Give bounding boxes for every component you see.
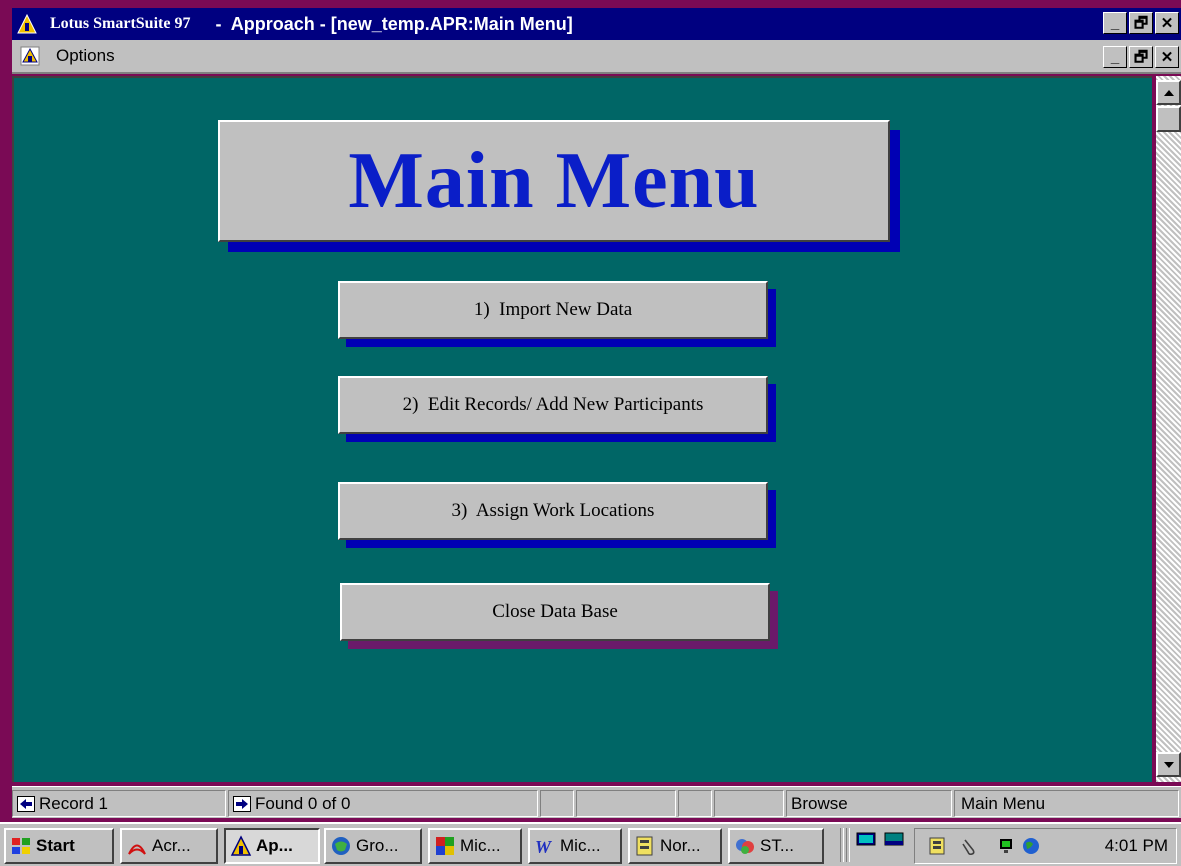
task-norton[interactable]: Nor... [628, 828, 722, 864]
arrow-up-icon [1163, 89, 1174, 96]
task-st[interactable]: ST... [728, 828, 824, 864]
doc-maximize-button[interactable]: 🗗 [1129, 46, 1153, 68]
taskbar: Start Acr... Ap... Gro... Mic... W Mic..… [0, 822, 1181, 866]
next-record-icon[interactable] [233, 795, 251, 812]
acrobat-icon [128, 844, 146, 855]
page-title: Main Menu [348, 136, 760, 225]
start-button[interactable]: Start [4, 828, 114, 864]
globe-icon[interactable] [1021, 836, 1041, 856]
status-cell [576, 790, 676, 817]
status-cell [678, 790, 712, 817]
mode-label: Browse [791, 793, 848, 813]
close-icon: ✕ [1160, 14, 1174, 32]
task-groupwise[interactable]: Gro... [324, 828, 422, 864]
button-label: 1) Import New Data [473, 299, 633, 320]
start-label: Start [36, 836, 75, 855]
window-title: - Approach - [new_temp.APR:Main Menu] [210, 13, 573, 34]
maximize-button[interactable]: 🗗 [1129, 12, 1153, 34]
doc-minimize-button[interactable]: _ [1103, 46, 1127, 68]
button-label: 3) Assign Work Locations [451, 500, 655, 521]
scroll-up-button[interactable] [1156, 80, 1181, 105]
paperclip-icon[interactable] [959, 836, 979, 856]
close-icon: ✕ [1160, 48, 1174, 66]
approach-app-icon[interactable] [16, 13, 38, 35]
edit-records-button[interactable]: 2) Edit Records/ Add New Participants [338, 376, 768, 434]
task-label: Gro... [356, 836, 399, 855]
found-indicator[interactable]: Found 0 of 0 [228, 790, 538, 817]
status-bar: Record 1 Found 0 of 0 Browse Main Menu [12, 786, 1181, 818]
system-tray: 4:01 PM [914, 828, 1177, 864]
taskbar-separator [840, 828, 844, 862]
document-icon[interactable] [20, 46, 40, 66]
restore-icon: 🗗 [1133, 14, 1149, 32]
svg-text:W: W [535, 837, 553, 857]
arrow-down-icon [1163, 761, 1174, 768]
restore-icon: 🗗 [1133, 48, 1149, 66]
approach-icon [230, 835, 252, 856]
record-navigator[interactable]: Record 1 [12, 790, 226, 817]
task-label: Mic... [560, 836, 601, 855]
task-word[interactable]: W Mic... [528, 828, 622, 864]
network-icon[interactable] [999, 836, 1019, 856]
task-label: Ap... [256, 836, 293, 855]
scroll-down-button[interactable] [1156, 752, 1181, 777]
windows-logo-icon [12, 838, 30, 854]
task-label: ST... [760, 836, 795, 855]
menu-bar: Options _ 🗗 ✕ [12, 40, 1181, 74]
status-cell [714, 790, 784, 817]
desktop-icon[interactable] [884, 832, 904, 846]
button-label: 2) Edit Records/ Add New Participants [402, 394, 704, 415]
task-acrobat[interactable]: Acr... [120, 828, 218, 864]
clock[interactable]: 4:01 PM [1105, 836, 1168, 856]
taskbar-separator [846, 828, 850, 862]
previous-record-icon[interactable] [17, 795, 35, 812]
scroll-thumb[interactable] [1156, 106, 1181, 132]
view-label: Main Menu [961, 793, 1046, 813]
close-database-button[interactable]: Close Data Base [340, 583, 770, 641]
button-label: Close Data Base [492, 601, 618, 622]
monitor-icon[interactable] [856, 832, 876, 846]
norton-icon [636, 836, 653, 856]
menu-options[interactable]: Options [56, 46, 115, 66]
word-icon: W [535, 837, 553, 857]
minimize-icon: _ [1110, 48, 1120, 66]
task-label: Nor... [660, 836, 701, 855]
found-count: Found 0 of 0 [255, 793, 351, 813]
task-access[interactable]: Mic... [428, 828, 522, 864]
close-button[interactable]: ✕ [1155, 12, 1179, 34]
title-panel: Main Menu [218, 120, 890, 242]
vertical-scrollbar[interactable] [1156, 76, 1181, 782]
status-cell [540, 790, 574, 817]
import-new-data-button[interactable]: 1) Import New Data [338, 281, 768, 339]
record-number: Record 1 [39, 793, 108, 813]
task-label: Acr... [152, 836, 191, 855]
title-bar[interactable]: Lotus SmartSuite 97 - Approach - [new_te… [12, 8, 1181, 40]
minimize-button[interactable]: _ [1103, 12, 1127, 34]
view-selector[interactable]: Main Menu [954, 790, 1179, 817]
window-title-product: Lotus SmartSuite 97 [50, 15, 191, 32]
doc-close-button[interactable]: ✕ [1155, 46, 1179, 68]
st-icon [736, 839, 754, 854]
battery-icon[interactable] [927, 836, 947, 856]
access-icon [436, 837, 454, 855]
minimize-icon: _ [1110, 14, 1120, 32]
assign-work-locations-button[interactable]: 3) Assign Work Locations [338, 482, 768, 540]
groupwise-icon [332, 837, 350, 855]
task-approach[interactable]: Ap... [224, 828, 320, 864]
task-label: Mic... [460, 836, 501, 855]
mode-selector[interactable]: Browse [786, 790, 952, 817]
